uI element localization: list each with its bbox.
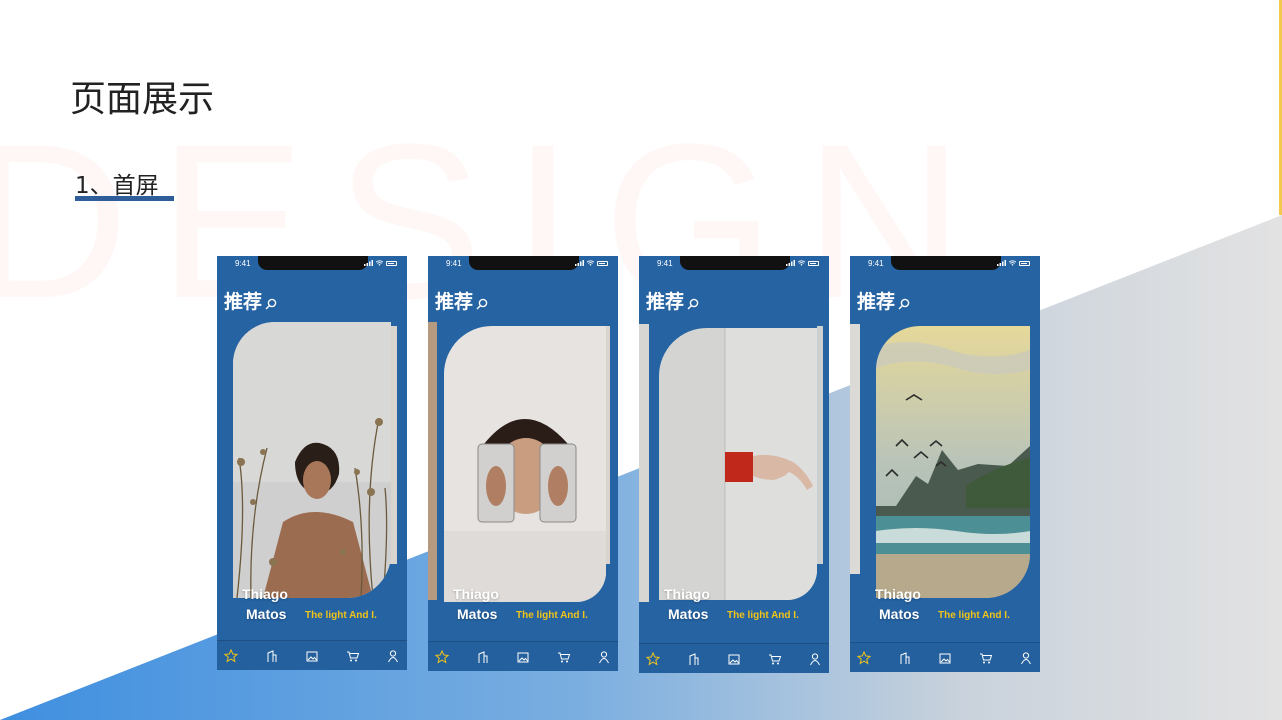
featured-card-image[interactable] [233,322,391,598]
face-glasses-image [444,326,606,602]
wifi-icon [376,260,383,266]
featured-card-image[interactable] [876,326,1030,598]
signal-icon [786,260,795,266]
tab-bar [428,641,618,671]
status-time: 9:41 [235,259,251,268]
wifi-icon [587,260,594,266]
building-icon[interactable] [476,650,490,664]
wifi-icon [798,260,805,266]
battery-icon [386,260,397,266]
phone-mockup-1: 9:41 推荐 Thiago Matos The light And I. [217,256,407,670]
search-icon[interactable] [476,298,488,310]
cart-icon[interactable] [346,649,360,663]
hand-wall-image [659,328,817,600]
section-label: 1、首屏 [75,173,159,199]
gallery-icon[interactable] [727,652,741,666]
star-icon[interactable] [646,651,660,666]
star-icon[interactable] [435,649,449,664]
signal-icon [997,260,1006,266]
header-title: 推荐 [646,291,685,313]
phone-mockup-4: 9:41 推荐 Thiago Matos The light And I. [850,256,1040,672]
artist-name: Thiago Matos [664,586,710,622]
track-title: The light And I. [938,610,1010,621]
prev-card-edge [850,324,860,574]
featured-card-image[interactable] [444,326,606,602]
cart-icon[interactable] [768,652,782,666]
featured-card-image[interactable] [659,328,817,600]
status-bar: 9:41 [850,256,1040,272]
status-time: 9:41 [446,259,462,268]
notch [680,256,790,270]
header-title: 推荐 [435,291,474,313]
building-icon[interactable] [265,649,279,663]
notch [258,256,368,270]
phone-mockup-2: 9:41 推荐 Thiago Matos The light And I. [428,256,618,671]
tab-bar [850,642,1040,672]
user-icon[interactable] [808,652,822,666]
cart-icon[interactable] [557,650,571,664]
user-icon[interactable] [386,649,400,663]
artist-name: Thiago Matos [875,586,921,622]
status-bar: 9:41 [428,256,618,272]
prev-card-edge [639,324,649,602]
battery-icon [597,260,608,266]
cart-icon[interactable] [979,651,993,665]
star-icon[interactable] [857,650,871,665]
search-icon[interactable] [265,298,277,310]
phone-mockup-3: 9:41 推荐 Thiago Matos The light And I. [639,256,829,673]
track-title: The light And I. [305,610,377,621]
gallery-icon[interactable] [516,650,530,664]
status-time: 9:41 [868,259,884,268]
prev-card-edge [428,322,437,600]
signal-icon [575,260,584,266]
status-time: 9:41 [657,259,673,268]
signal-icon [364,260,373,266]
search-icon[interactable] [898,298,910,310]
section-underline [75,196,174,201]
star-icon[interactable] [224,648,238,663]
gallery-icon[interactable] [938,651,952,665]
battery-icon [1019,260,1030,266]
seascape-birds-image [876,326,1030,598]
search-icon[interactable] [687,298,699,310]
header-title: 推荐 [224,291,263,313]
track-title: The light And I. [727,610,799,621]
status-bar: 9:41 [217,256,407,272]
status-bar: 9:41 [639,256,829,272]
track-title: The light And I. [516,610,588,621]
tab-bar [639,643,829,673]
header-title: 推荐 [857,291,896,313]
gallery-icon[interactable] [305,649,319,663]
portrait-plants-image [233,322,391,598]
artist-name: Thiago Matos [242,586,288,622]
card-stack-edge [817,326,823,564]
building-icon[interactable] [898,651,912,665]
tab-bar [217,640,407,670]
notch [891,256,1001,270]
battery-icon [808,260,819,266]
artist-name: Thiago Matos [453,586,499,622]
user-icon[interactable] [597,650,611,664]
wifi-icon [1009,260,1016,266]
page-title: 页面展示 [70,79,215,120]
building-icon[interactable] [687,652,701,666]
notch [469,256,579,270]
user-icon[interactable] [1019,651,1033,665]
